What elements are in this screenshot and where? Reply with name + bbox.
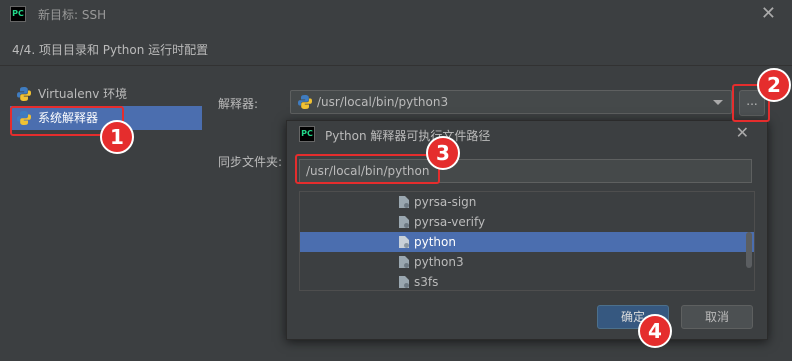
file-row-selected[interactable]: python [300, 232, 754, 252]
file-name: s3fs [414, 275, 439, 289]
file-row[interactable]: pyrsa-sign [300, 192, 754, 212]
file-tree: pyrsa-sign pyrsa-verify python python3 s… [299, 191, 755, 291]
sidebar-item-label: 系统解释器 [38, 111, 99, 125]
sidebar-item-virtualenv[interactable]: Virtualenv 环境 [10, 82, 202, 106]
scrollbar-thumb[interactable] [746, 232, 752, 268]
close-icon[interactable]: ✕ [736, 123, 749, 142]
interpreter-label: 解释器: [218, 97, 259, 111]
file-name: pyrsa-verify [414, 215, 486, 229]
interpreter-path-dialog: PC Python 解释器可执行文件路径 ✕ /usr/local/bin/py… [286, 120, 768, 340]
step-marker-1: 1 [100, 120, 134, 154]
step-marker-4: 4 [638, 314, 672, 348]
python-icon [17, 111, 31, 125]
title-bar: PC 新目标: SSH ✕ [0, 0, 792, 30]
executable-file-icon [399, 276, 409, 288]
file-row[interactable]: s3fs [300, 272, 754, 290]
path-input[interactable]: /usr/local/bin/python [299, 159, 752, 183]
executable-file-icon [399, 256, 409, 268]
step-marker-2: 2 [757, 68, 791, 102]
file-name: python [414, 235, 456, 249]
file-row[interactable]: pyrsa-verify [300, 212, 754, 232]
python-icon [17, 87, 31, 101]
chevron-down-icon[interactable] [713, 100, 723, 105]
file-name: python3 [414, 255, 464, 269]
interpreter-value: /usr/local/bin/python3 [317, 95, 449, 109]
executable-file-icon [399, 236, 409, 248]
close-icon[interactable]: ✕ [761, 3, 776, 24]
window-title: 新目标: SSH [38, 8, 107, 22]
step-marker-3: 3 [426, 136, 460, 170]
pycharm-logo-icon: PC [10, 6, 26, 22]
interpreter-select[interactable]: /usr/local/bin/python3 [290, 90, 732, 114]
sync-folder-label: 同步文件夹: [218, 155, 283, 169]
cancel-button[interactable]: 取消 [681, 305, 753, 329]
file-name: pyrsa-sign [414, 195, 477, 209]
file-row[interactable]: python3 [300, 252, 754, 272]
python-icon [298, 95, 312, 109]
executable-file-icon [399, 196, 409, 208]
pycharm-logo-icon: PC [299, 126, 315, 142]
dialog-title: Python 解释器可执行文件路径 [325, 129, 491, 143]
step-header: 4/4. 项目目录和 Python 运行时配置 [0, 30, 792, 66]
executable-file-icon [399, 216, 409, 228]
step-title: 4/4. 项目目录和 Python 运行时配置 [12, 43, 209, 57]
sidebar-item-label: Virtualenv 环境 [38, 87, 128, 101]
